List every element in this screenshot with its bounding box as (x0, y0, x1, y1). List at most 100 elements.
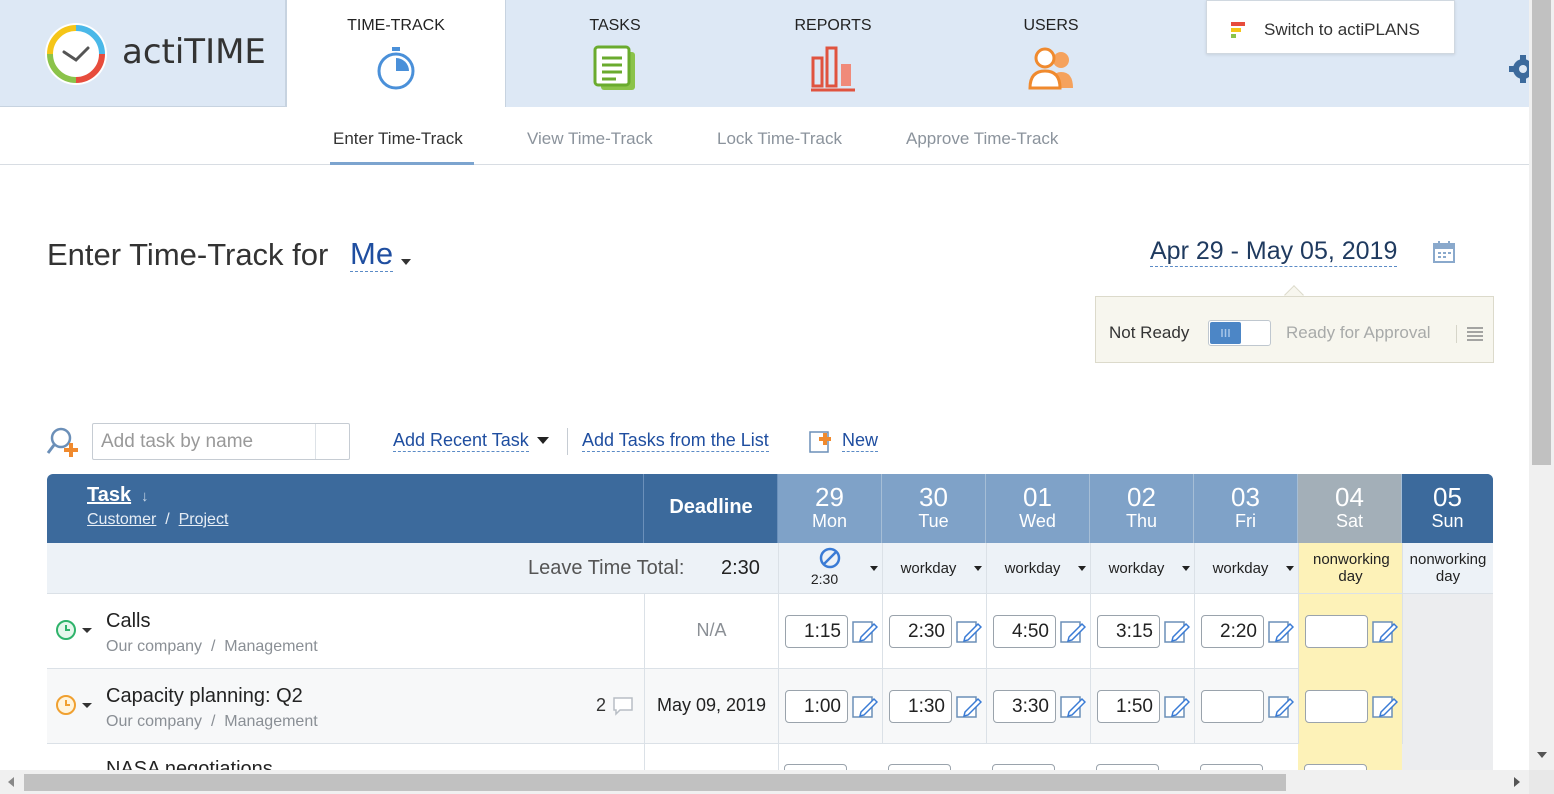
time-input[interactable]: 3:30 (993, 690, 1056, 723)
chevron-down-icon[interactable] (401, 259, 411, 265)
edit-comment-icon[interactable] (852, 694, 878, 720)
time-input[interactable]: 1:00 (785, 690, 848, 723)
day-status-wed[interactable]: workday (986, 543, 1090, 593)
time-input[interactable] (1201, 690, 1264, 723)
task-deadline: N/A (696, 620, 727, 640)
comment-icon[interactable] (612, 696, 634, 716)
clock-green-icon[interactable] (55, 619, 77, 641)
edit-comment-icon[interactable] (956, 694, 982, 720)
day-status-tue[interactable]: workday (882, 543, 986, 593)
leave-time-row: Leave Time Total: 2:30 2:30 workday work… (47, 543, 1493, 594)
edit-comment-icon[interactable] (1372, 619, 1398, 645)
subtab-view-time-track[interactable]: View Time-Track (527, 129, 653, 149)
leave-hours: 2:30 (810, 571, 839, 587)
add-recent-task-link[interactable]: Add Recent Task (393, 430, 529, 452)
edit-comment-icon[interactable] (1268, 694, 1294, 720)
time-cell-fri (1194, 669, 1298, 744)
calendar-icon[interactable] (1432, 240, 1456, 264)
edit-comment-icon[interactable] (1372, 694, 1398, 720)
edit-comment-icon[interactable] (1268, 619, 1294, 645)
task-name[interactable]: Calls (106, 610, 150, 633)
time-input[interactable]: 3:15 (1097, 615, 1160, 648)
scroll-down-arrow-icon[interactable] (1537, 752, 1547, 758)
time-input[interactable]: 1:50 (1097, 690, 1160, 723)
comment-count[interactable]: 2 (596, 695, 606, 716)
time-input[interactable]: 4:50 (993, 615, 1056, 648)
new-task-link[interactable]: New (842, 430, 879, 452)
chevron-down-icon[interactable] (974, 566, 982, 571)
time-input[interactable]: 1:15 (785, 615, 848, 648)
date-range-selector[interactable]: Apr 29 - May 05, 2019 (1150, 236, 1398, 267)
task-name[interactable]: Capacity planning: Q2 (106, 685, 303, 708)
day-status-thu[interactable]: workday (1090, 543, 1194, 593)
switch-to-actiplans-button[interactable]: Switch to actiPLANS (1206, 0, 1455, 54)
user-selector[interactable]: Me (350, 237, 394, 272)
deadline-column-header: Deadline (645, 474, 778, 543)
chevron-down-icon[interactable] (82, 628, 92, 633)
edit-comment-icon[interactable] (1060, 619, 1086, 645)
clock-orange-icon[interactable] (55, 694, 77, 716)
task-column-header: Task ↓ Customer / Project (47, 474, 644, 543)
scrollbar-thumb[interactable] (24, 774, 1286, 791)
new-task-icon[interactable] (808, 428, 834, 454)
toggle-knob[interactable] (1210, 322, 1241, 344)
time-input[interactable] (1305, 615, 1368, 648)
tab-tasks[interactable]: TASKS (506, 0, 724, 107)
time-cell-wed: 3:30 (986, 669, 1090, 744)
tab-reports[interactable]: REPORTS (724, 0, 942, 107)
time-cell-sun (1402, 594, 1493, 669)
day-number: 29 (815, 482, 844, 512)
edit-comment-icon[interactable] (1060, 694, 1086, 720)
logo[interactable]: actiTIME (0, 0, 286, 107)
day-name: Wed (1019, 511, 1056, 531)
time-input[interactable]: 2:30 (889, 615, 952, 648)
project-sort-link[interactable]: Project (179, 511, 229, 528)
approval-toggle[interactable] (1208, 320, 1271, 346)
day-name: Sat (1335, 511, 1364, 531)
day-type: workday (1108, 560, 1165, 577)
day-status-mon[interactable]: 2:30 (778, 543, 882, 593)
subtab-lock-time-track[interactable]: Lock Time-Track (717, 129, 842, 149)
chevron-down-icon[interactable] (870, 566, 878, 571)
subtab-enter-time-track[interactable]: Enter Time-Track (333, 129, 463, 149)
day-number: 04 (1335, 482, 1364, 512)
search-add-icon (46, 427, 78, 457)
task-deadline: May 09, 2019 (656, 695, 767, 715)
vertical-scrollbar[interactable] (1529, 0, 1554, 770)
chevron-down-icon[interactable] (537, 437, 549, 444)
subtab-approve-time-track[interactable]: Approve Time-Track (906, 129, 1058, 149)
edit-comment-icon[interactable] (1164, 694, 1190, 720)
time-input[interactable]: 2:20 (1201, 615, 1264, 648)
customer-sort-link[interactable]: Customer (87, 511, 156, 528)
chevron-down-icon[interactable] (1078, 566, 1086, 571)
scroll-right-arrow-icon[interactable] (1514, 777, 1520, 787)
add-tasks-from-list-link[interactable]: Add Tasks from the List (582, 430, 769, 452)
edit-comment-icon[interactable] (852, 619, 878, 645)
day-name: Thu (1125, 511, 1158, 531)
edit-comment-icon[interactable] (1164, 619, 1190, 645)
active-subtab-indicator (330, 162, 474, 165)
day-header-sat: 04 Sat (1298, 474, 1402, 543)
chevron-down-icon[interactable] (1286, 566, 1294, 571)
logo-text: actiTIME (122, 32, 266, 72)
time-input[interactable] (1305, 690, 1368, 723)
chevron-down-icon[interactable] (1182, 566, 1190, 571)
task-name[interactable]: NASA negotiations (106, 758, 273, 770)
sort-down-icon[interactable]: ↓ (141, 488, 149, 505)
task-sort-link[interactable]: Task (87, 484, 131, 507)
day-number: 05 (1433, 482, 1462, 512)
tab-users[interactable]: USERS (942, 0, 1160, 107)
tab-time-track[interactable]: TIME-TRACK (286, 0, 506, 107)
time-input[interactable]: 1:30 (889, 690, 952, 723)
edit-comment-icon[interactable] (956, 619, 982, 645)
scrollbar-thumb[interactable] (1532, 0, 1551, 465)
add-task-input[interactable]: Add task by name (92, 423, 350, 460)
horizontal-scrollbar[interactable] (0, 770, 1529, 794)
scroll-left-arrow-icon[interactable] (8, 777, 14, 787)
gear-icon[interactable] (1508, 54, 1529, 84)
day-status-fri[interactable]: workday (1194, 543, 1298, 593)
ready-for-approval-label[interactable]: Ready for Approval (1286, 323, 1431, 343)
list-icon[interactable] (1456, 325, 1483, 343)
chevron-down-icon[interactable] (82, 703, 92, 708)
table-header: Task ↓ Customer / Project Deadline 29 Mo… (47, 474, 1493, 543)
